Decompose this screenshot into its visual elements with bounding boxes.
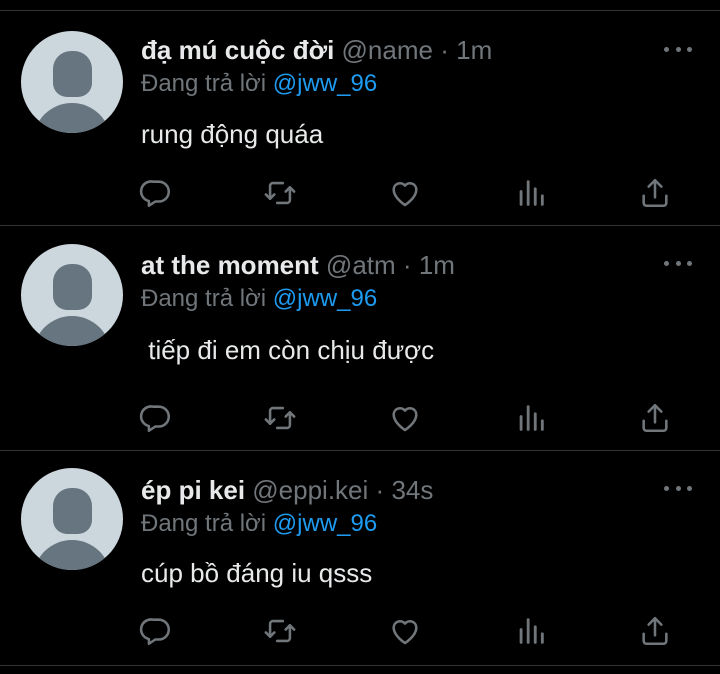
replying-to-line: Đang trả lời @jww_96 <box>141 284 377 314</box>
replying-to-line: Đang trả lời @jww_96 <box>141 69 377 99</box>
timestamp[interactable]: 34s <box>391 475 433 505</box>
retweet-icon[interactable] <box>263 614 297 648</box>
reply-tweet[interactable]: ép pi kei @eppi.kei · 34s Đang trả lời @… <box>0 451 720 663</box>
more-icon[interactable] <box>664 42 692 56</box>
views-icon[interactable] <box>514 614 548 648</box>
default-avatar-icon[interactable] <box>21 244 123 346</box>
share-icon[interactable] <box>638 176 672 210</box>
timestamp[interactable]: 1m <box>456 35 492 65</box>
separator: · <box>375 475 385 505</box>
retweet-icon[interactable] <box>263 401 297 435</box>
share-icon[interactable] <box>638 401 672 435</box>
reply-icon[interactable] <box>139 176 173 210</box>
handle[interactable]: @atm <box>326 250 396 280</box>
replying-prefix: Đang trả lời <box>141 285 267 312</box>
tweet-header: ép pi kei @eppi.kei · 34s <box>141 475 433 505</box>
tweet-header: at the moment @atm · 1m <box>141 250 455 280</box>
tweet-text: cúp bồ đáng iu qsss <box>141 558 373 588</box>
display-name[interactable]: đạ mú cuộc đời <box>141 35 334 65</box>
tweet-text: rung động quáa <box>141 119 324 149</box>
like-icon[interactable] <box>388 614 422 648</box>
default-avatar-icon[interactable] <box>21 468 123 570</box>
separator: · <box>440 35 449 65</box>
more-icon[interactable] <box>664 256 692 270</box>
replying-prefix: Đang trả lời <box>141 510 267 537</box>
default-avatar-icon[interactable] <box>21 31 123 133</box>
divider <box>0 665 720 666</box>
tweet-text: tiếp đi em còn chịu được <box>141 335 435 365</box>
handle[interactable]: @eppi.kei <box>252 475 368 505</box>
views-icon[interactable] <box>514 176 548 210</box>
separator: · <box>402 250 412 280</box>
mention-link[interactable]: @jww_96 <box>273 285 377 312</box>
retweet-icon[interactable] <box>263 176 297 210</box>
replying-prefix: Đang trả lời <box>141 70 267 97</box>
reply-tweet[interactable]: at the moment @atm · 1m Đang trả lời @jw… <box>0 226 720 448</box>
tweet-header: đạ mú cuộc đời @name · 1m <box>141 35 492 65</box>
views-icon[interactable] <box>514 401 548 435</box>
mention-link[interactable]: @jww_96 <box>273 510 377 537</box>
replying-to-line: Đang trả lời @jww_96 <box>141 509 377 539</box>
like-icon[interactable] <box>388 176 422 210</box>
display-name[interactable]: at the moment <box>141 250 319 280</box>
handle[interactable]: @name <box>342 35 433 65</box>
like-icon[interactable] <box>388 401 422 435</box>
reply-icon[interactable] <box>139 401 173 435</box>
timestamp[interactable]: 1m <box>419 250 455 280</box>
more-icon[interactable] <box>664 481 692 495</box>
share-icon[interactable] <box>638 614 672 648</box>
reply-icon[interactable] <box>139 614 173 648</box>
reply-tweet[interactable]: đạ mú cuộc đời @name · 1m Đang trả lời @… <box>0 11 720 223</box>
mention-link[interactable]: @jww_96 <box>273 70 377 97</box>
display-name[interactable]: ép pi kei <box>141 475 245 505</box>
